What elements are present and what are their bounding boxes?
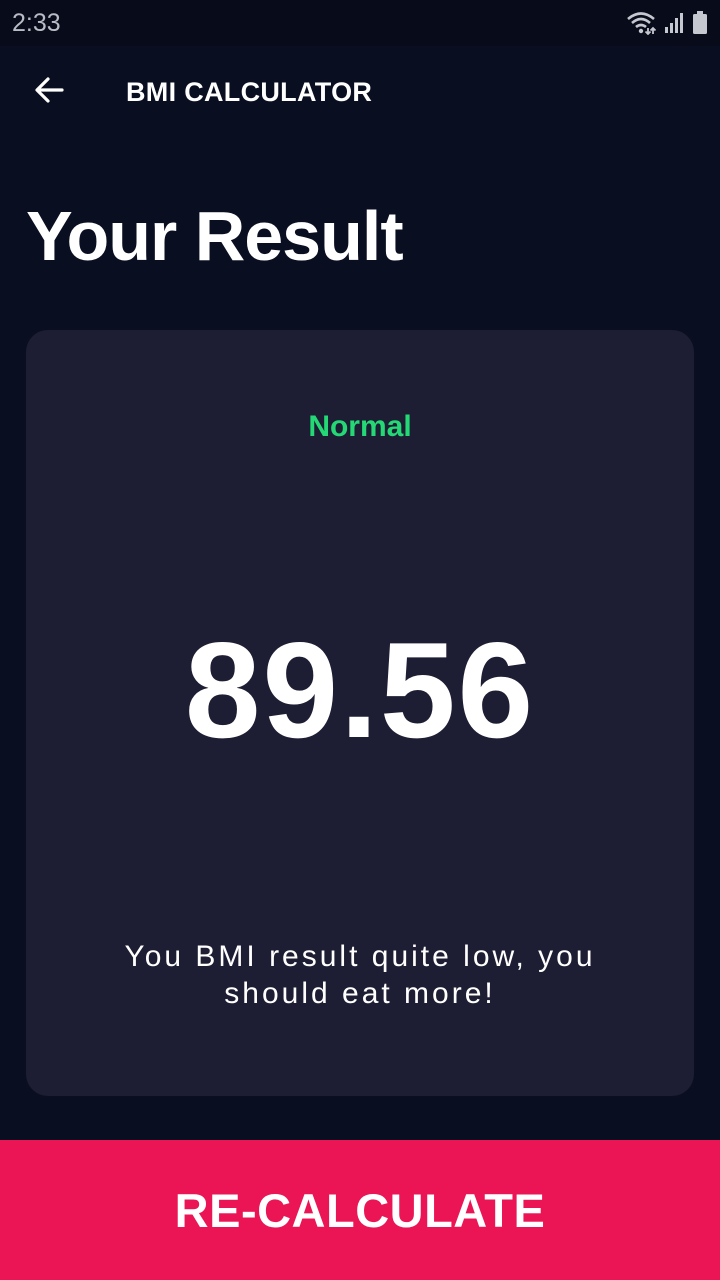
page-title: Your Result <box>26 197 404 275</box>
back-button[interactable] <box>21 64 77 120</box>
bmi-category: Normal <box>308 410 412 443</box>
signal-icon <box>664 12 684 34</box>
bmi-interpretation: You BMI result quite low, you should eat… <box>124 940 596 1010</box>
result-card: Normal 89.56 You BMI result quite low, y… <box>26 330 694 1096</box>
recalculate-button[interactable]: RE-CALCULATE <box>0 1140 720 1280</box>
app-bar: BMI CALCULATOR <box>0 46 720 138</box>
status-bar: 2:33 <box>0 0 720 46</box>
bmi-value: 89.56 <box>184 614 536 766</box>
bmi-result-screen: 2:33 BMI CALCULATOR Your Result Normal 8… <box>0 0 720 1280</box>
recalculate-label: RE-CALCULATE <box>174 1183 546 1237</box>
status-icons <box>626 11 708 35</box>
arrow-back-icon <box>33 74 65 111</box>
wifi-icon <box>626 11 656 35</box>
status-time: 2:33 <box>12 8 61 37</box>
app-title: BMI CALCULATOR <box>126 76 373 107</box>
battery-icon <box>692 11 708 35</box>
